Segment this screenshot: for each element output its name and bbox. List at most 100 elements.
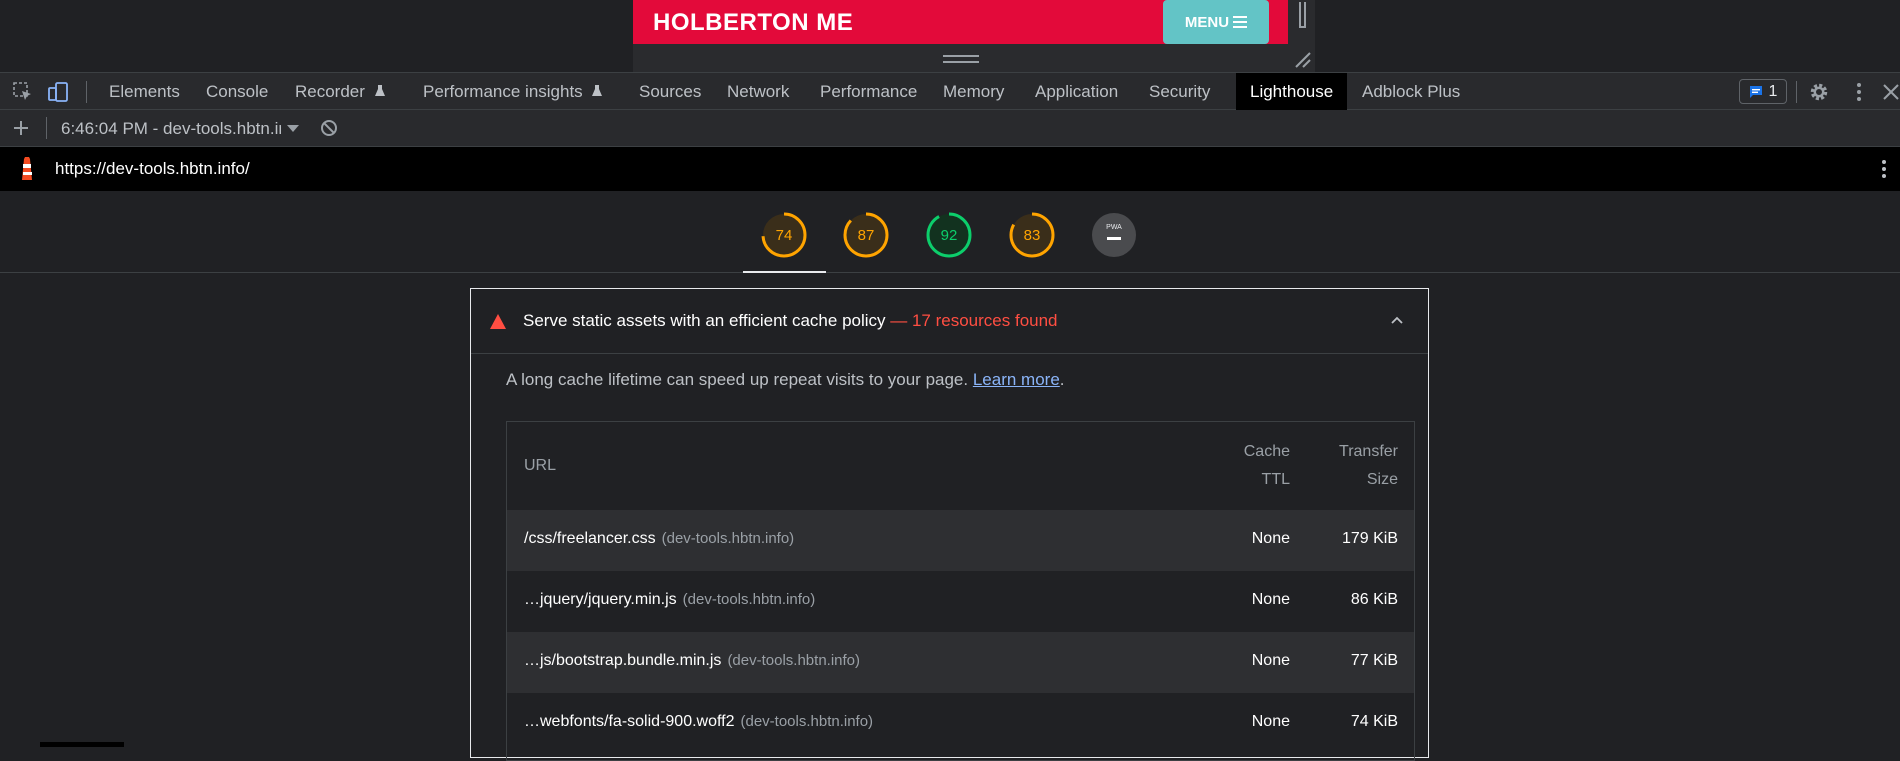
resource-path: …jquery/jquery.min.js (524, 591, 677, 608)
pwa-badge-icon[interactable]: PWA (1091, 212, 1137, 258)
resources-table: URL Cache TTL Transfer Size /css/freelan… (506, 421, 1415, 761)
score-value: 87 (858, 227, 875, 244)
audit-description: A long cache lifetime can speed up repea… (506, 370, 1065, 390)
close-icon[interactable] (1880, 81, 1900, 103)
device-toolbar-icon[interactable] (47, 81, 69, 103)
tab-sources[interactable]: Sources (625, 73, 715, 110)
tab-security[interactable]: Security (1135, 73, 1224, 110)
experiment-flask-icon (592, 85, 603, 96)
transfer-size: 77 KiB (1350, 652, 1398, 669)
resource-host: (dev-tools.hbtn.info) (661, 530, 795, 547)
resource-path: /css/freelancer.css (524, 530, 656, 547)
resource-host: (dev-tools.hbtn.info) (740, 713, 874, 730)
message-icon (1749, 85, 1762, 98)
audit-title: Serve static assets with an efficient ca… (523, 311, 1058, 331)
resource-path: …webfonts/fa-solid-900.woff2 (524, 713, 735, 730)
table-row[interactable]: /css/freelancer.css (dev-tools.hbtn.info)… (507, 510, 1414, 571)
report-select[interactable]: 6:46:04 PM - dev-tools.hbtn.info (61, 119, 281, 139)
score-gauge-accessibility[interactable]: 87 (843, 212, 889, 258)
learn-more-link[interactable]: Learn more (973, 370, 1060, 389)
chevron-up-icon[interactable] (1389, 313, 1405, 327)
resource-url[interactable]: …webfonts/fa-solid-900.woff2 (dev-tools.h… (524, 713, 873, 731)
resize-corner-icon[interactable] (1293, 50, 1311, 68)
issues-button[interactable]: 1 (1739, 79, 1787, 104)
header-line: Transfer (1339, 443, 1398, 460)
score-value: 92 (941, 227, 958, 244)
tab-adblock-plus[interactable]: Adblock Plus (1348, 73, 1474, 110)
resource-host: (dev-tools.hbtn.info) (727, 652, 861, 669)
more-options-icon[interactable] (1874, 158, 1894, 180)
inspect-element-icon[interactable] (12, 81, 34, 103)
issues-count: 1 (1768, 82, 1778, 100)
tab-performance-insights-label: Performance insights (423, 82, 583, 101)
transfer-size: 74 KiB (1350, 713, 1398, 730)
header-line: TTL (1261, 471, 1290, 488)
lighthouse-logo-icon (22, 157, 32, 180)
table-row[interactable]: …webfonts/fa-solid-900.woff2 (dev-tools.h… (507, 693, 1414, 754)
fail-triangle-icon (490, 314, 506, 329)
score-gauges: 74 87 92 83 PWA (0, 191, 1900, 274)
score-gauge-performance[interactable]: 74 (761, 212, 807, 258)
pwa-label: PWA (1106, 224, 1122, 231)
lighthouse-url-bar: https://dev-tools.hbtn.info/ (0, 147, 1900, 191)
audit-resources-found: — 17 resources found (885, 311, 1058, 330)
tab-elements[interactable]: Elements (95, 73, 194, 110)
lighthouse-toolbar: 6:46:04 PM - dev-tools.hbtn.info (0, 110, 1900, 147)
score-gauge-seo[interactable]: 83 (1009, 212, 1055, 258)
table-header: URL Cache TTL Transfer Size (507, 422, 1414, 510)
tab-recorder-label: Recorder (295, 82, 365, 101)
divider (46, 117, 47, 139)
tab-network[interactable]: Network (713, 73, 803, 110)
preview-scrollbar[interactable] (1296, 0, 1310, 34)
audit-cache-policy: Serve static assets with an efficient ca… (470, 288, 1429, 761)
report-content: Serve static assets with an efficient ca… (0, 273, 1900, 761)
resource-url[interactable]: …js/bootstrap.bundle.min.js (dev-tools.hb… (524, 652, 860, 670)
score-value: 74 (776, 227, 793, 244)
audit-description-text: A long cache lifetime can speed up repea… (506, 370, 973, 389)
resource-host: (dev-tools.hbtn.info) (682, 591, 816, 608)
site-menu-button[interactable]: MENU (1163, 0, 1269, 44)
hamburger-icon (1233, 16, 1248, 28)
horizontal-scrollbar[interactable] (40, 742, 124, 747)
audit-title-text: Serve static assets with an efficient ca… (523, 311, 886, 330)
audit-header[interactable]: Serve static assets with an efficient ca… (471, 289, 1428, 354)
tab-recorder[interactable]: Recorder (281, 73, 400, 110)
site-title[interactable]: HOLBERTON ME (653, 9, 853, 37)
devtools-tabbar: Elements Console Recorder Performance in… (0, 72, 1900, 110)
tab-application[interactable]: Application (1021, 73, 1132, 110)
table-row[interactable]: …jquery/jquery.min.js (dev-tools.hbtn.inf… (507, 571, 1414, 632)
tab-console[interactable]: Console (192, 73, 282, 110)
divider (1796, 81, 1797, 103)
cache-ttl: None (1251, 530, 1290, 547)
resource-url[interactable]: /css/freelancer.css (dev-tools.hbtn.info) (524, 530, 794, 548)
column-header-url: URL (524, 457, 557, 474)
more-options-icon[interactable] (1848, 81, 1870, 103)
tab-memory[interactable]: Memory (929, 73, 1018, 110)
tab-performance[interactable]: Performance (806, 73, 931, 110)
score-value: 83 (1024, 227, 1041, 244)
plus-icon[interactable] (10, 117, 32, 139)
menu-label: MENU (1184, 13, 1230, 31)
cache-ttl: None (1251, 652, 1290, 669)
table-row[interactable]: …js/bootstrap.bundle.min.js (dev-tools.hb… (507, 632, 1414, 693)
page-preview-area: HOLBERTON ME MENU (0, 0, 1900, 72)
chevron-down-icon[interactable] (282, 117, 304, 139)
drag-handle-icon[interactable] (943, 55, 979, 63)
gear-icon[interactable] (1808, 81, 1830, 103)
clear-icon[interactable] (318, 117, 340, 139)
score-gauge-best-practices[interactable]: 92 (926, 212, 972, 258)
column-header-transfer-size: Transfer Size (1339, 438, 1398, 494)
cache-ttl: None (1251, 713, 1290, 730)
header-line: Cache (1243, 443, 1290, 460)
transfer-size: 86 KiB (1350, 591, 1398, 608)
audited-url: https://dev-tools.hbtn.info/ (55, 159, 250, 178)
divider (86, 81, 87, 103)
experiment-flask-icon (374, 85, 385, 96)
transfer-size: 179 KiB (1341, 530, 1398, 547)
resource-path: …js/bootstrap.bundle.min.js (524, 652, 722, 669)
tab-lighthouse[interactable]: Lighthouse (1236, 73, 1348, 110)
resource-url[interactable]: …jquery/jquery.min.js (dev-tools.hbtn.inf… (524, 591, 815, 609)
column-header-cache-ttl: Cache TTL (1244, 438, 1290, 494)
tab-performance-insights[interactable]: Performance insights (409, 73, 617, 110)
description-period: . (1059, 370, 1065, 389)
